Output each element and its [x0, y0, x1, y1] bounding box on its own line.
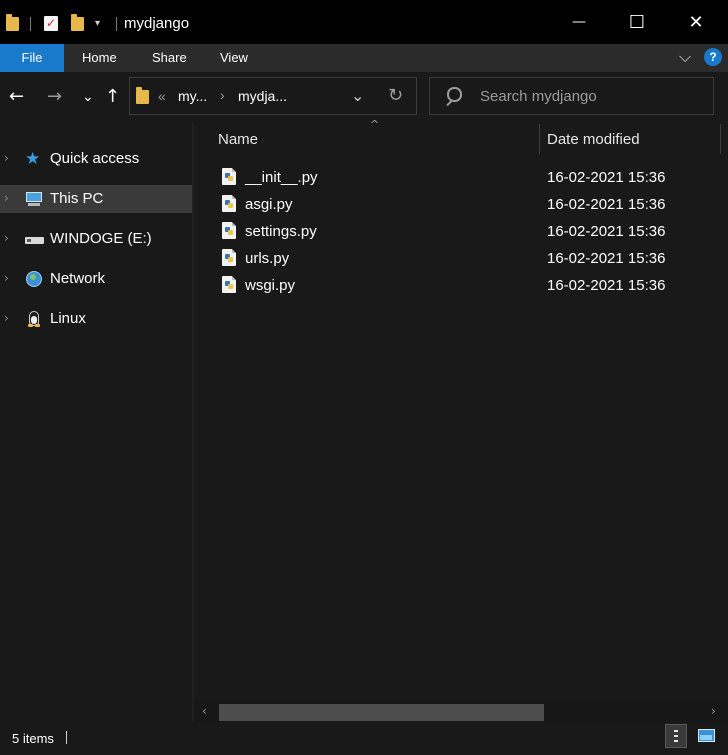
scroll-left-icon[interactable]: ‹	[202, 704, 207, 718]
sidebar-item-label: Linux	[50, 310, 86, 327]
column-separator[interactable]	[539, 124, 540, 154]
file-row[interactable]: wsgi.py 16-02-2021 15:36	[218, 273, 718, 300]
up-button[interactable]: ↑	[105, 85, 120, 109]
file-name: settings.py	[245, 223, 317, 240]
python-file-icon	[222, 222, 236, 239]
tab-view[interactable]: View	[220, 44, 248, 72]
status-separator	[66, 731, 67, 744]
sidebar-item-label: Network	[50, 270, 106, 287]
large-icons-view-button[interactable]	[696, 724, 718, 748]
minimize-button[interactable]: —	[550, 0, 608, 44]
properties-icon[interactable]: ✓	[44, 16, 58, 31]
new-folder-icon[interactable]	[71, 14, 84, 31]
sidebar-item-this-pc[interactable]: › This PC	[0, 185, 192, 213]
file-row[interactable]: asgi.py 16-02-2021 15:36	[218, 192, 718, 219]
linux-icon	[25, 311, 43, 327]
file-name: __init__.py	[245, 169, 318, 186]
breadcrumb-item[interactable]: my...	[178, 88, 207, 104]
tab-home[interactable]: Home	[82, 44, 117, 72]
breadcrumb-overflow[interactable]: «	[158, 88, 166, 104]
scrollbar-thumb[interactable]	[219, 704, 544, 721]
sort-ascending-icon: ^	[370, 118, 380, 131]
folder-icon	[6, 14, 19, 31]
breadcrumb-separator[interactable]: ›	[220, 87, 225, 103]
refresh-icon[interactable]: ↻	[388, 85, 403, 106]
chevron-right-icon[interactable]: ›	[4, 191, 9, 205]
file-name: wsgi.py	[245, 277, 296, 294]
title-separator-2	[116, 17, 117, 31]
column-separator[interactable]	[720, 124, 721, 154]
file-row[interactable]: __init__.py 16-02-2021 15:36	[218, 165, 718, 192]
drive-icon	[25, 231, 44, 247]
column-header-date-modified[interactable]: Date modified	[547, 131, 640, 148]
file-date: 16-02-2021 15:36	[547, 196, 666, 213]
close-button[interactable]: ✕	[667, 0, 725, 44]
python-file-icon	[222, 276, 236, 293]
sidebar-item-label: This PC	[50, 190, 104, 207]
search-icon	[447, 87, 462, 102]
chevron-right-icon[interactable]: ›	[4, 311, 9, 325]
title-separator	[30, 17, 31, 31]
help-icon[interactable]: ?	[704, 48, 722, 66]
customize-toolbar-icon[interactable]: ▾	[95, 18, 100, 29]
file-name: urls.py	[245, 250, 290, 267]
tab-share[interactable]: Share	[152, 44, 187, 72]
network-icon	[25, 271, 43, 287]
column-header-name[interactable]: Name	[218, 131, 258, 148]
search-input[interactable]: Search mydjango	[480, 88, 597, 105]
sidebar-item-linux[interactable]: › Linux	[0, 305, 192, 333]
address-folder-icon	[136, 87, 149, 104]
back-button[interactable]: ←	[9, 85, 24, 109]
file-date: 16-02-2021 15:36	[547, 169, 666, 186]
chevron-right-icon[interactable]: ›	[4, 271, 9, 285]
star-icon: ★	[25, 149, 41, 169]
computer-icon	[25, 191, 43, 207]
file-name: asgi.py	[245, 196, 293, 213]
window-title: mydjango	[124, 15, 190, 32]
sidebar-item-windoge[interactable]: › WINDOGE (E:)	[0, 225, 192, 253]
sidebar-item-label: WINDOGE (E:)	[50, 230, 152, 247]
item-count: 5 items	[12, 731, 54, 746]
scroll-right-icon[interactable]: ›	[711, 704, 716, 718]
file-date: 16-02-2021 15:36	[547, 277, 666, 294]
chevron-right-icon[interactable]: ›	[4, 231, 9, 245]
python-file-icon	[222, 195, 236, 212]
tab-file[interactable]: File	[0, 44, 64, 72]
python-file-icon	[222, 249, 236, 266]
sidebar-item-label: Quick access	[50, 150, 140, 167]
recent-locations-button[interactable]: ⌄	[82, 85, 94, 109]
address-dropdown-icon[interactable]: ⌄	[351, 86, 364, 105]
status-bar	[0, 722, 728, 755]
file-row[interactable]: urls.py 16-02-2021 15:36	[218, 246, 718, 273]
chevron-right-icon[interactable]: ›	[4, 151, 9, 165]
python-file-icon	[222, 168, 236, 185]
file-row[interactable]: settings.py 16-02-2021 15:36	[218, 219, 718, 246]
breadcrumb-item[interactable]: mydja...	[238, 88, 287, 104]
details-view-button[interactable]	[665, 724, 687, 748]
forward-button[interactable]: →	[47, 85, 62, 109]
expand-ribbon-icon[interactable]: ⌵	[679, 47, 691, 67]
sidebar-item-network[interactable]: › Network	[0, 265, 192, 293]
sidebar-item-quick-access[interactable]: › ★ Quick access	[0, 145, 192, 173]
file-date: 16-02-2021 15:36	[547, 250, 666, 267]
file-date: 16-02-2021 15:36	[547, 223, 666, 240]
maximize-button[interactable]: ☐	[608, 0, 666, 44]
